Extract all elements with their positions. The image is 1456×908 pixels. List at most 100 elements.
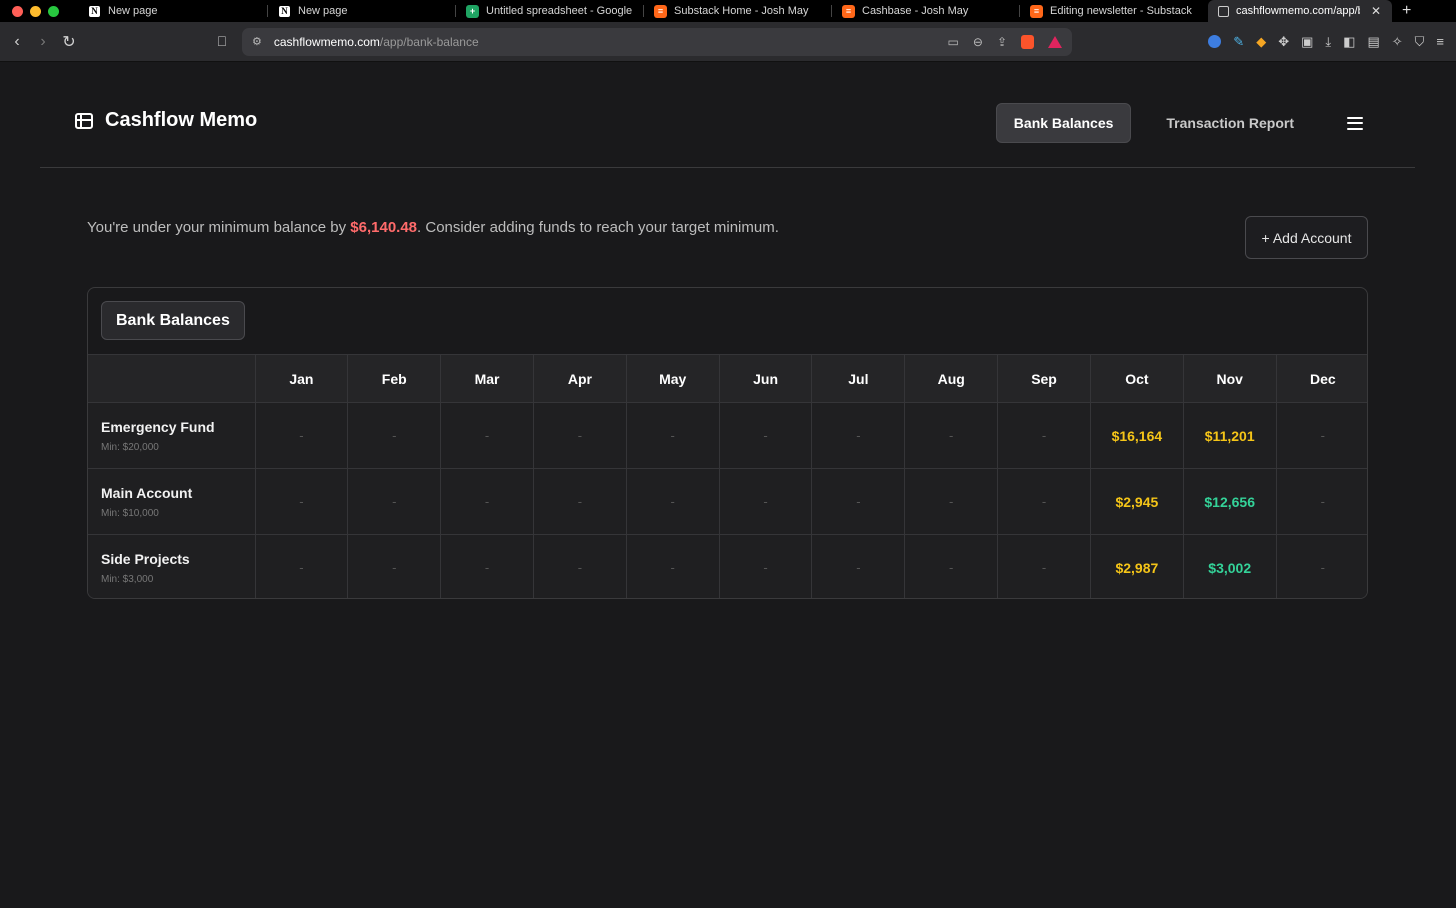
balance-cell[interactable]: - — [533, 468, 627, 535]
close-tab-icon[interactable]: ✕ — [1371, 4, 1381, 18]
balance-cell[interactable]: $16,164 — [1090, 402, 1184, 469]
empty-value: - — [577, 560, 583, 576]
vpn-icon[interactable]: ⛉ — [1415, 34, 1425, 50]
balance-cell[interactable]: - — [997, 534, 1091, 598]
empty-value: - — [763, 560, 768, 576]
sidebar-icon[interactable]: ◧ — [1343, 34, 1355, 50]
balance-cell[interactable]: $12,656 — [1183, 468, 1277, 535]
balance-cell[interactable]: - — [533, 402, 627, 469]
brave-rewards-icon[interactable] — [1048, 35, 1062, 48]
leo-ai-icon[interactable]: ✧ — [1392, 34, 1403, 50]
balance-value: $12,656 — [1204, 493, 1255, 510]
shortfall-amount: $6,140.48 — [350, 219, 418, 236]
browser-tab[interactable]: ≡ Substack Home - Josh May — [644, 0, 832, 22]
shield-extension-icon[interactable]: ◆ — [1256, 34, 1266, 50]
substack-icon: ≡ — [842, 4, 855, 18]
balance-cell[interactable]: - — [719, 534, 813, 598]
month-header-dec: Dec — [1276, 354, 1367, 403]
balance-cell[interactable]: - — [626, 402, 720, 469]
site-settings-icon[interactable]: ⚙ — [252, 35, 262, 48]
extension-icon[interactable]: ✎ — [1233, 34, 1244, 50]
close-window-button[interactable] — [12, 5, 23, 17]
main-nav: Bank Balances Transaction Report — [995, 103, 1363, 143]
empty-value: - — [299, 428, 304, 443]
add-account-button[interactable]: + Add Account — [1245, 216, 1368, 259]
empty-value: - — [949, 560, 954, 576]
balance-cell[interactable]: - — [1276, 402, 1367, 469]
empty-value: - — [1320, 494, 1325, 509]
browser-tab[interactable]: ≡ Editing newsletter - Substack — [1020, 0, 1208, 22]
balance-cell[interactable]: - — [904, 402, 999, 469]
browser-tab[interactable]: N New page — [268, 0, 456, 22]
balance-cell[interactable]: - — [1276, 468, 1367, 535]
tab-title: New page — [108, 5, 158, 17]
balance-cell[interactable]: - — [719, 468, 813, 535]
balance-cell[interactable]: - — [347, 534, 442, 598]
balance-cell[interactable]: - — [626, 468, 720, 535]
google-sheets-icon: + — [466, 4, 479, 18]
reload-icon[interactable]: ↻ — [56, 32, 82, 52]
balance-cell[interactable]: - — [347, 468, 442, 535]
reader-icon[interactable]: ▣ — [1301, 34, 1313, 50]
browser-tab[interactable]: + Untitled spreadsheet - Google — [456, 0, 644, 22]
card-title: Bank Balances — [101, 301, 245, 340]
account-name: Main Account — [101, 484, 193, 501]
balance-value: $2,945 — [1115, 493, 1159, 510]
month-header-sep: Sep — [997, 354, 1091, 403]
balance-cell[interactable]: - — [997, 402, 1091, 469]
menu-icon[interactable]: ≡ — [1436, 34, 1444, 49]
balance-cell[interactable]: - — [255, 468, 349, 535]
tab-title: New page — [298, 5, 348, 17]
browser-tab[interactable]: ≡ Cashbase - Josh May — [832, 0, 1020, 22]
bookmark-icon[interactable]: ⎕ — [212, 33, 232, 50]
nav-bank-balances[interactable]: Bank Balances — [995, 103, 1132, 143]
balance-cell[interactable]: - — [255, 402, 349, 469]
balance-cell[interactable]: - — [255, 534, 349, 598]
browser-tab[interactable]: N New page — [78, 0, 268, 22]
balance-cell[interactable]: $2,987 — [1090, 534, 1184, 598]
new-tab-icon[interactable]: + — [1402, 2, 1411, 20]
zoom-icon[interactable]: ⊖ — [973, 35, 983, 49]
balance-cell[interactable]: - — [904, 468, 999, 535]
table-row: Emergency Fund Min: $20,000 - - - - - - - - - $16,1… — [88, 402, 1367, 469]
password-manager-icon[interactable] — [1208, 35, 1222, 48]
share-icon[interactable]: ⇪ — [997, 35, 1007, 49]
table-header-row: Jan Feb Mar Apr May Jun Jul Aug Sep Oct Nov Dec — [88, 354, 1367, 403]
forward-icon[interactable]: › — [30, 33, 56, 51]
empty-value: - — [949, 428, 954, 443]
download-icon[interactable]: ⤓ — [1325, 34, 1331, 50]
balance-cell[interactable]: - — [440, 402, 534, 469]
back-icon[interactable]: ‹ — [4, 33, 30, 51]
balance-cell[interactable]: - — [1276, 534, 1367, 598]
window-controls — [0, 5, 78, 17]
balance-cell[interactable]: - — [811, 402, 906, 469]
empty-value: - — [856, 560, 861, 576]
empty-value: - — [484, 494, 490, 509]
balance-cell[interactable]: - — [811, 468, 906, 535]
account-cell: Side Projects Min: $3,000 — [88, 534, 256, 598]
balance-cell[interactable]: - — [347, 402, 442, 469]
balance-cell[interactable]: $11,201 — [1183, 402, 1277, 469]
balance-cell[interactable]: - — [440, 468, 534, 535]
balance-cell[interactable]: - — [997, 468, 1091, 535]
balance-cell[interactable]: - — [811, 534, 906, 598]
brand-name: Cashflow Memo — [105, 109, 258, 131]
balance-cell[interactable]: - — [904, 534, 999, 598]
brave-shields-icon[interactable] — [1021, 34, 1034, 49]
extensions-puzzle-icon[interactable]: ✥ — [1278, 34, 1289, 50]
nav-transaction-report[interactable]: Transaction Report — [1149, 104, 1311, 142]
address-bar[interactable]: ⚙ cashflowmemo.com/app/bank-balance ▭ ⊖ … — [242, 27, 1072, 56]
balance-cell[interactable]: $3,002 — [1183, 534, 1277, 598]
balance-cell[interactable]: - — [626, 534, 720, 598]
minimize-window-button[interactable] — [30, 5, 41, 17]
browser-tab-active[interactable]: cashflowmemo.com/app/b ✕ — [1208, 0, 1392, 22]
balance-cell[interactable]: $2,945 — [1090, 468, 1184, 535]
brand[interactable]: Cashflow Memo — [75, 109, 257, 132]
balance-cell[interactable]: - — [533, 534, 627, 598]
balance-cell[interactable]: - — [719, 402, 813, 469]
maximize-window-button[interactable] — [48, 5, 59, 17]
balance-cell[interactable]: - — [440, 534, 534, 598]
hamburger-menu-icon[interactable] — [1347, 116, 1363, 130]
cast-icon[interactable]: ▭ — [948, 35, 959, 49]
wallet-icon[interactable]: ▤ — [1367, 34, 1379, 50]
